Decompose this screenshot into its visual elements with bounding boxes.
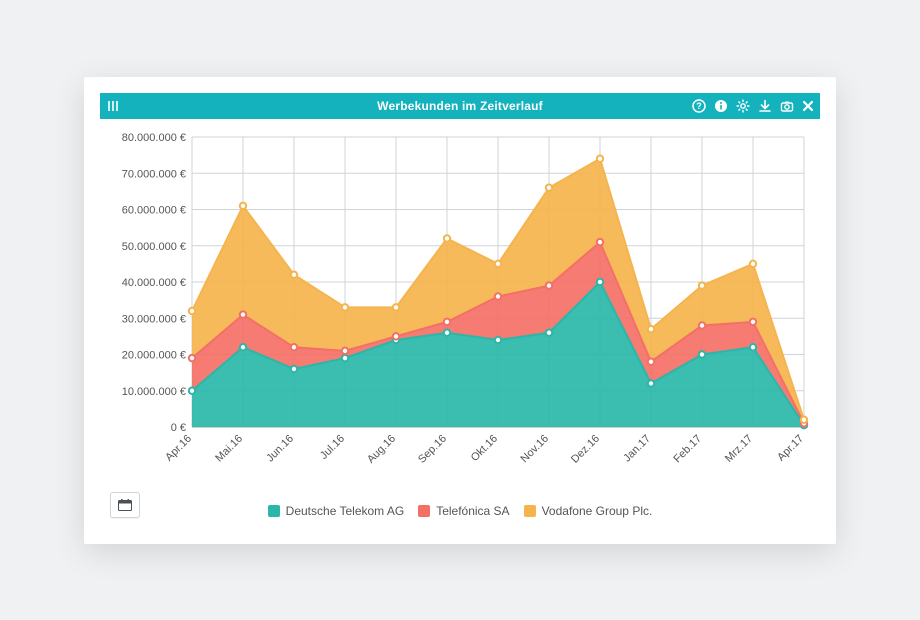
help-icon[interactable]: ?: [692, 99, 706, 113]
snapshot-icon[interactable]: [780, 99, 794, 113]
chart-panel: Werbekunden im Zeitverlauf ?: [100, 93, 820, 528]
download-icon[interactable]: [758, 99, 772, 113]
settings-icon[interactable]: [736, 99, 750, 113]
titlebar-left: [106, 93, 120, 119]
x-tick-label: Apr.17: [775, 432, 806, 463]
area-chart: 0 € 10.000.000 € 20.000.000 € 30.000.000 € 4…: [106, 127, 814, 487]
x-tick-label: Feb.17: [671, 432, 704, 465]
legend-item[interactable]: Vodafone Group Plc.: [524, 504, 653, 518]
y-tick-label: 40.000.000 €: [122, 277, 186, 289]
calendar-button[interactable]: [110, 492, 140, 518]
panel-frame: Werbekunden im Zeitverlauf ?: [84, 77, 836, 544]
y-tick-label: 80.000.000 €: [122, 132, 186, 144]
menu-icon[interactable]: [106, 99, 120, 113]
y-tick-label: 30.000.000 €: [122, 313, 186, 325]
x-tick-label: Apr.16: [163, 432, 194, 463]
page-root: Werbekunden im Zeitverlauf ?: [0, 0, 920, 620]
panel-titlebar: Werbekunden im Zeitverlauf ?: [100, 93, 820, 119]
x-tick-label: Sep.16: [416, 432, 449, 465]
legend-item[interactable]: Telefónica SA: [418, 504, 509, 518]
close-icon[interactable]: [802, 100, 814, 112]
legend-label: Vodafone Group Plc.: [542, 504, 653, 518]
info-icon[interactable]: [714, 99, 728, 113]
y-tick-label: 70.000.000 €: [122, 168, 186, 180]
legend-swatch: [418, 505, 430, 517]
legend-label: Telefónica SA: [436, 504, 509, 518]
x-tick-label: Okt.16: [469, 432, 500, 463]
x-tick-label: Nov.16: [519, 432, 552, 465]
x-tick-label: Aug.16: [365, 432, 398, 465]
x-tick-label: Jun.16: [264, 432, 296, 464]
legend-item[interactable]: Deutsche Telekom AG: [268, 504, 405, 518]
chart-legend: Deutsche Telekom AG Telefónica SA Vodafone…: [100, 500, 820, 528]
chart-body: 0 € 10.000.000 € 20.000.000 € 30.000.000 € 4…: [100, 119, 820, 500]
y-tick-label: 10.000.000 €: [122, 385, 186, 397]
y-tick-label: 0 €: [171, 422, 186, 434]
x-tick-label: Jan.17: [621, 432, 653, 464]
calendar-icon: [118, 499, 132, 511]
y-tick-label: 60.000.000 €: [122, 204, 186, 216]
x-tick-label: Jul.16: [318, 432, 347, 461]
legend-label: Deutsche Telekom AG: [286, 504, 405, 518]
legend-swatch: [268, 505, 280, 517]
x-tick-label: Dez.16: [569, 432, 602, 465]
titlebar-actions: ?: [692, 93, 814, 119]
y-tick-label: 20.000.000 €: [122, 349, 186, 361]
legend-swatch: [524, 505, 536, 517]
x-tick-label: Mai.16: [213, 432, 245, 464]
y-tick-label: 50.000.000 €: [122, 240, 186, 252]
svg-text:?: ?: [696, 101, 702, 111]
x-tick-label: Mrz.17: [723, 432, 755, 464]
